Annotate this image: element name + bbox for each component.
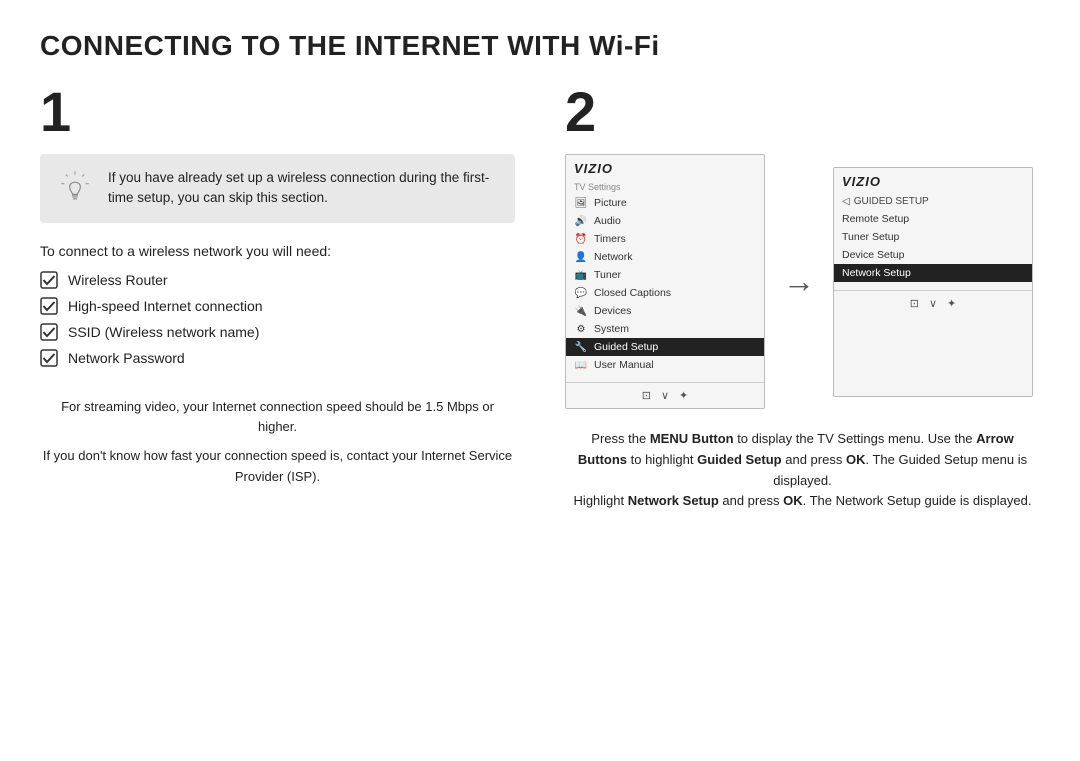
- tv-screen-2: VIZIO ◁ GUIDED SETUP Remote Setup Tuner …: [833, 167, 1033, 397]
- list-item: High-speed Internet connection: [40, 297, 515, 315]
- checklist-item-2: High-speed Internet connection: [68, 298, 263, 314]
- tv-menu-item-highlighted: 🔧Guided Setup: [566, 338, 764, 356]
- right-footer-para-1: Press the MENU Button to display the TV …: [565, 429, 1040, 491]
- checkbox-icon: [40, 271, 58, 289]
- tv-menu-item: 🖼Picture: [566, 194, 764, 212]
- list-item: SSID (Wireless network name): [40, 323, 515, 341]
- footer-notes: For streaming video, your Internet conne…: [40, 397, 515, 488]
- tv-brand-1: VIZIO: [566, 155, 764, 180]
- tv-guided-header: ◁ GUIDED SETUP: [834, 193, 1032, 210]
- tv-menu-item: ⏰Timers: [566, 230, 764, 248]
- tv-menu-item: 🔊Audio: [566, 212, 764, 230]
- left-column: 1 If you have already set up a wireless …: [40, 84, 545, 512]
- page-title: CONNECTING TO THE INTERNET WITH Wi-Fi: [40, 30, 1040, 62]
- tv-brand-2: VIZIO: [834, 168, 1032, 193]
- tv-menu-item: 💬Closed Captions: [566, 284, 764, 302]
- tv-menu-item: 📺Tuner: [566, 266, 764, 284]
- checklist-item-3: SSID (Wireless network name): [68, 324, 259, 340]
- tv-menu-item: 👤Network: [566, 248, 764, 266]
- bottom-icon-1: ⊡: [642, 389, 651, 402]
- tv-menu-item: 🔌Devices: [566, 302, 764, 320]
- tv-bottom-bar-1: ⊡ ∨ ✦: [566, 382, 764, 408]
- right-column: 2 VIZIO TV Settings 🖼Picture 🔊Audio ⏰Tim…: [545, 84, 1040, 512]
- bottom-icon-1: ⊡: [910, 297, 919, 310]
- checkbox-icon: [40, 297, 58, 315]
- list-item: Network Password: [40, 349, 515, 367]
- guided-item: Device Setup: [834, 246, 1032, 264]
- tv-bottom-bar-2: ⊡ ∨ ✦: [834, 290, 1032, 316]
- bulb-icon: [56, 170, 94, 208]
- checklist-item-4: Network Password: [68, 350, 185, 366]
- checkbox-icon: [40, 349, 58, 367]
- tv-menu-item: 📖User Manual: [566, 356, 764, 374]
- bottom-icon-3: ✦: [679, 389, 688, 402]
- checklist: Wireless Router High-speed Internet conn…: [40, 271, 515, 367]
- checklist-item-1: Wireless Router: [68, 272, 168, 288]
- bottom-icon-2: ∨: [661, 389, 669, 402]
- right-footer-para-2: Highlight Network Setup and press OK. Th…: [565, 491, 1040, 512]
- tv-subtitle-1: TV Settings: [566, 180, 764, 194]
- step2-number: 2: [565, 84, 1040, 140]
- footer-note-2: If you don't know how fast your connecti…: [40, 446, 515, 488]
- tv-screen-1: VIZIO TV Settings 🖼Picture 🔊Audio ⏰Timer…: [565, 154, 765, 409]
- guided-item: Tuner Setup: [834, 228, 1032, 246]
- tv-screens-row: VIZIO TV Settings 🖼Picture 🔊Audio ⏰Timer…: [565, 154, 1040, 409]
- arrow-icon: →: [783, 263, 815, 300]
- checkbox-icon: [40, 323, 58, 341]
- guided-item-highlighted: Network Setup: [834, 264, 1032, 282]
- footer-note-1: For streaming video, your Internet conne…: [40, 397, 515, 439]
- step1-number: 1: [40, 84, 515, 140]
- bottom-icon-3: ✦: [947, 297, 956, 310]
- tip-text: If you have already set up a wireless co…: [108, 168, 499, 209]
- guided-item: Remote Setup: [834, 210, 1032, 228]
- list-item: Wireless Router: [40, 271, 515, 289]
- right-footer: Press the MENU Button to display the TV …: [565, 429, 1040, 512]
- bottom-icon-2: ∨: [929, 297, 937, 310]
- tv-menu-item: ⚙System: [566, 320, 764, 338]
- you-will-need-label: To connect to a wireless network you wil…: [40, 243, 515, 259]
- tip-box: If you have already set up a wireless co…: [40, 154, 515, 223]
